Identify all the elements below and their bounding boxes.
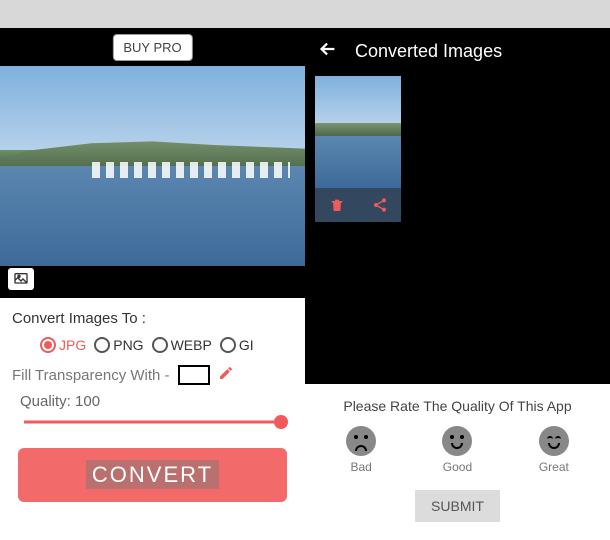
thumbnail-image xyxy=(315,76,401,188)
rating-options: Bad Good Great xyxy=(313,426,602,474)
radio-icon xyxy=(94,337,110,353)
share-icon[interactable] xyxy=(358,188,401,222)
fill-transparency-row: Fill Transparency With - xyxy=(12,365,293,385)
fill-color-swatch[interactable] xyxy=(178,365,210,385)
radio-icon xyxy=(220,337,236,353)
converted-thumbnail[interactable] xyxy=(315,76,401,222)
happy-face-icon xyxy=(539,426,569,456)
back-icon[interactable] xyxy=(317,38,339,65)
gallery-icon[interactable] xyxy=(8,268,34,290)
rating-option-bad[interactable]: Bad xyxy=(346,426,376,474)
format-label: WEBP xyxy=(171,337,212,353)
rating-prompt: Please Rate The Quality Of This App xyxy=(313,398,602,414)
top-bar: Converted Images xyxy=(305,28,610,75)
fill-transparency-label: Fill Transparency With - xyxy=(12,367,170,384)
neutral-face-icon xyxy=(442,426,472,456)
quality-row: Quality: 100 xyxy=(12,393,293,410)
format-option-webp[interactable]: WEBP xyxy=(152,337,212,353)
controls-panel: Convert Images To : JPG PNG WEBP GI Fill… xyxy=(0,298,305,540)
rating-label: Good xyxy=(443,460,472,474)
format-option-gif[interactable]: GI xyxy=(220,337,254,353)
quality-label: Quality: xyxy=(20,393,71,410)
sad-face-icon xyxy=(346,426,376,456)
slider-thumb[interactable] xyxy=(274,415,288,429)
format-radio-group: JPG PNG WEBP GI xyxy=(12,337,293,353)
edit-icon[interactable] xyxy=(218,365,234,385)
converted-body: Converted Images xyxy=(305,28,610,384)
rating-option-good[interactable]: Good xyxy=(442,426,472,474)
rating-label: Great xyxy=(539,460,569,474)
thumbnail-actions xyxy=(315,188,401,222)
format-option-jpg[interactable]: JPG xyxy=(40,337,86,353)
rating-panel: Please Rate The Quality Of This App Bad … xyxy=(305,384,610,540)
slider-track xyxy=(24,421,281,424)
delete-icon[interactable] xyxy=(315,188,358,222)
page-title: Converted Images xyxy=(355,41,502,62)
image-preview-area: BUY PRO xyxy=(0,28,305,298)
convert-to-label: Convert Images To : xyxy=(12,310,293,327)
rating-option-great[interactable]: Great xyxy=(539,426,569,474)
buy-pro-button[interactable]: BUY PRO xyxy=(112,34,192,61)
rating-label: Bad xyxy=(350,460,371,474)
format-label: JPG xyxy=(59,337,86,353)
screen-converted: Converted Images Please Rate The Quality… xyxy=(305,0,610,540)
radio-icon xyxy=(40,337,56,353)
convert-button[interactable]: CONVERT xyxy=(18,448,287,502)
screen-convert: BUY PRO Convert Images To : JPG PNG xyxy=(0,0,305,540)
quality-value: 100 xyxy=(75,393,100,410)
preview-image xyxy=(0,66,305,266)
format-option-png[interactable]: PNG xyxy=(94,337,143,353)
status-bar xyxy=(305,0,610,28)
radio-icon xyxy=(152,337,168,353)
format-label: PNG xyxy=(113,337,143,353)
status-bar xyxy=(0,0,305,28)
format-label: GI xyxy=(239,337,254,353)
submit-button[interactable]: SUBMIT xyxy=(415,490,500,522)
quality-slider[interactable] xyxy=(24,412,281,432)
